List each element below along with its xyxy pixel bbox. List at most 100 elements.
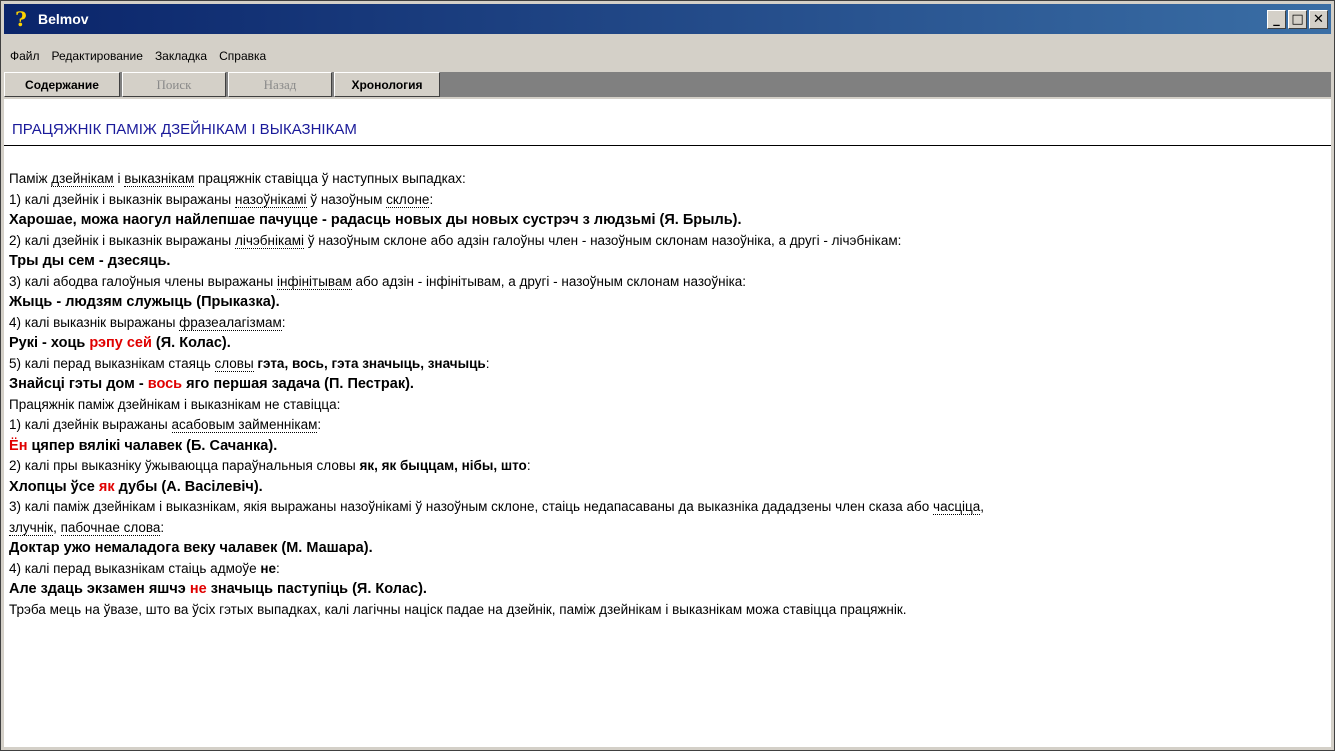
text-line: Трэба мець на ўвазе, што ва ўсіх гэтых в… <box>9 600 1331 621</box>
text-line: 1) калі дзейнік выражаны асабовым займен… <box>9 415 1331 436</box>
text-segment: 4) калі выказнік выражаны <box>9 314 180 330</box>
text-segment: 1) калі дзейнік і выказнік выражаны <box>9 191 235 207</box>
text-segment: вось <box>147 376 183 392</box>
menu-bar: Файл Редактирование Закладка Справка <box>4 45 272 67</box>
text-segment: 2) калі пры выказніку ўжываюцца параўнал… <box>9 458 360 473</box>
text-segment: : <box>317 417 322 432</box>
text-line: 2) калі пры выказніку ўжываюцца параўнал… <box>9 456 1331 477</box>
title-divider <box>4 145 1331 146</box>
text-segment: Працяжнік паміж дзейнікам і выказнікам н… <box>9 396 341 412</box>
text-line: Працяжнік паміж дзейнікам і выказнікам н… <box>9 395 1331 416</box>
text-line: Жыць - людзям служыць (Прыказка). <box>9 292 1331 313</box>
text-line: Але здаць экзамен яшчэ не значыць паступ… <box>9 579 1331 600</box>
article-body: Паміж дзейнікам і выказнікам працяжнік с… <box>9 169 1331 620</box>
text-line: Ён цяпер вялікі чалавек (Б. Сачанка). <box>9 436 1331 457</box>
text-line: Тры ды сем - дзесяць. <box>9 251 1331 272</box>
text-line: Доктар ужо немаладога веку чалавек (М. М… <box>9 538 1331 559</box>
text-segment: Тры ды сем - дзесяць. <box>9 253 171 269</box>
text-segment: : <box>485 355 490 371</box>
text-segment: рэпу сей <box>89 335 152 351</box>
text-segment: Рукі - хоць <box>9 335 90 351</box>
menu-help[interactable]: Справка <box>213 49 272 63</box>
text-segment: Ён <box>9 437 28 454</box>
app-icon: ? <box>15 7 27 31</box>
window-title: Belmov <box>38 11 89 27</box>
text-line: 2) калі дзейнік і выказнік выражаны лічэ… <box>9 231 1331 252</box>
text-line: злучнік, пабочнае слова: <box>9 518 1331 539</box>
text-segment: Трэба мець на ўвазе, што ва ўсіх гэтых в… <box>9 601 907 617</box>
text-line: Паміж дзейнікам і выказнікам працяжнік с… <box>9 169 1331 190</box>
text-segment: цяпер вялікі чалавек (Б. Сачанка). <box>27 437 278 454</box>
back-button[interactable]: Назад <box>228 72 332 97</box>
text-line: 1) калі дзейнік і выказнік выражаны назо… <box>9 190 1331 211</box>
close-button[interactable]: ✕ <box>1309 9 1328 29</box>
text-segment: не <box>189 581 207 597</box>
menu-file[interactable]: Файл <box>4 49 46 63</box>
text-segment: Але здаць экзамен яшчэ <box>9 581 190 597</box>
text-segment: працяжнік ставіцца ў наступных выпадках: <box>194 171 466 186</box>
text-line: Харошае, можа наогул найлепшае пачуцце -… <box>9 210 1331 231</box>
text-line: 3) калі абодва галоўныя члены выражаны і… <box>9 272 1331 293</box>
app-window: ? Belmov _ □ ✕ Файл Редактирование Закла… <box>0 0 1335 751</box>
menu-edit[interactable]: Редактирование <box>46 49 149 63</box>
text-line: Знайсці гэты дом - вось яго першая задач… <box>9 374 1331 395</box>
term-link[interactable]: пабочнае слова <box>60 519 161 536</box>
term-link[interactable]: асабовым займеннікам <box>171 417 318 433</box>
text-segment: 5) калі перад выказнікам стаяць <box>9 355 215 371</box>
text-segment: гэта, вось, гэта значыць, значыць <box>253 355 486 371</box>
page-title: ПРАЦЯЖНІК ПАМІЖ ДЗЕЙНІКАМ І ВЫКАЗНІКАМ <box>12 121 357 138</box>
text-segment: 1) калі дзейнік выражаны <box>9 417 172 432</box>
term-link[interactable]: злучнік <box>9 519 54 536</box>
text-line: 3) калі паміж дзейнікам і выказнікам, як… <box>9 497 1331 518</box>
history-button[interactable]: Хронология <box>334 72 440 97</box>
text-segment: ў назоўным <box>306 191 387 207</box>
text-segment: 3) калі абодва галоўныя члены выражаны <box>9 273 278 289</box>
text-segment: (Я. Колас). <box>151 335 231 351</box>
text-line: 5) калі перад выказнікам стаяць словы гэ… <box>9 354 1331 375</box>
text-line: 4) калі выказнік выражаны фразеалагізмам… <box>9 313 1331 334</box>
content-pane: ПРАЦЯЖНІК ПАМІЖ ДЗЕЙНІКАМ І ВЫКАЗНІКАМ П… <box>4 99 1331 747</box>
term-link[interactable]: дзейнікам <box>51 171 114 187</box>
maximize-button[interactable]: □ <box>1288 9 1307 29</box>
term-link[interactable]: склоне <box>386 191 430 208</box>
term-link[interactable]: фразеалагізмам <box>179 314 282 331</box>
minimize-button[interactable]: _ <box>1267 9 1286 29</box>
text-line: Рукі - хоць рэпу сей (Я. Колас). <box>9 333 1331 354</box>
text-segment: і <box>113 171 125 186</box>
toolbar: Содержание Поиск Назад Хронология <box>4 72 1331 97</box>
text-segment: як, як быццам, нібы, што <box>359 458 527 473</box>
title-bar[interactable]: ? Belmov _ □ ✕ <box>4 4 1331 34</box>
text-segment: : <box>429 191 434 207</box>
text-segment: Знайсці гэты дом - <box>9 376 148 392</box>
term-link[interactable]: назоўнікамі <box>235 191 307 208</box>
text-segment: 2) калі дзейнік і выказнік выражаны <box>9 232 235 248</box>
term-link[interactable]: інфінітывам <box>277 273 352 290</box>
text-segment: дубы (А. Васілевіч). <box>114 478 263 495</box>
text-segment: яго першая задача (П. Пестрак). <box>182 376 414 392</box>
term-link[interactable]: выказнікам <box>124 171 195 187</box>
text-segment: , <box>980 499 985 514</box>
text-segment: Хлопцы ўсе <box>9 478 99 495</box>
contents-button[interactable]: Содержание <box>4 72 120 97</box>
text-segment: Доктар ужо немаладога веку чалавек (М. М… <box>9 540 373 556</box>
text-segment: 4) калі перад выказнікам стаіць адмоўе <box>9 560 261 576</box>
text-segment: Харошае, можа наогул найлепшае пачуцце -… <box>9 212 742 228</box>
text-segment: : <box>160 519 165 535</box>
term-link[interactable]: лічэбнікамі <box>235 232 304 249</box>
search-button[interactable]: Поиск <box>122 72 226 97</box>
text-segment: значыць паступіць (Я. Колас). <box>206 581 427 597</box>
text-segment: Паміж <box>9 171 52 186</box>
text-line: Хлопцы ўсе як дубы (А. Васілевіч). <box>9 477 1331 498</box>
text-segment: або адзін - інфінітывам, а другі - назоў… <box>351 273 747 289</box>
text-segment: як <box>98 478 115 495</box>
text-segment: не <box>260 560 277 576</box>
term-link[interactable]: часціца <box>933 499 981 515</box>
window-controls: _ □ ✕ <box>1267 9 1328 29</box>
text-segment: ў назоўным склоне або адзін галоўны член… <box>303 232 902 248</box>
term-link[interactable]: словы <box>214 355 254 372</box>
text-segment: : <box>526 458 531 473</box>
text-segment: : <box>276 560 280 576</box>
text-segment: , <box>53 519 61 535</box>
menu-bookmark[interactable]: Закладка <box>149 49 213 63</box>
text-segment: : <box>281 314 286 330</box>
